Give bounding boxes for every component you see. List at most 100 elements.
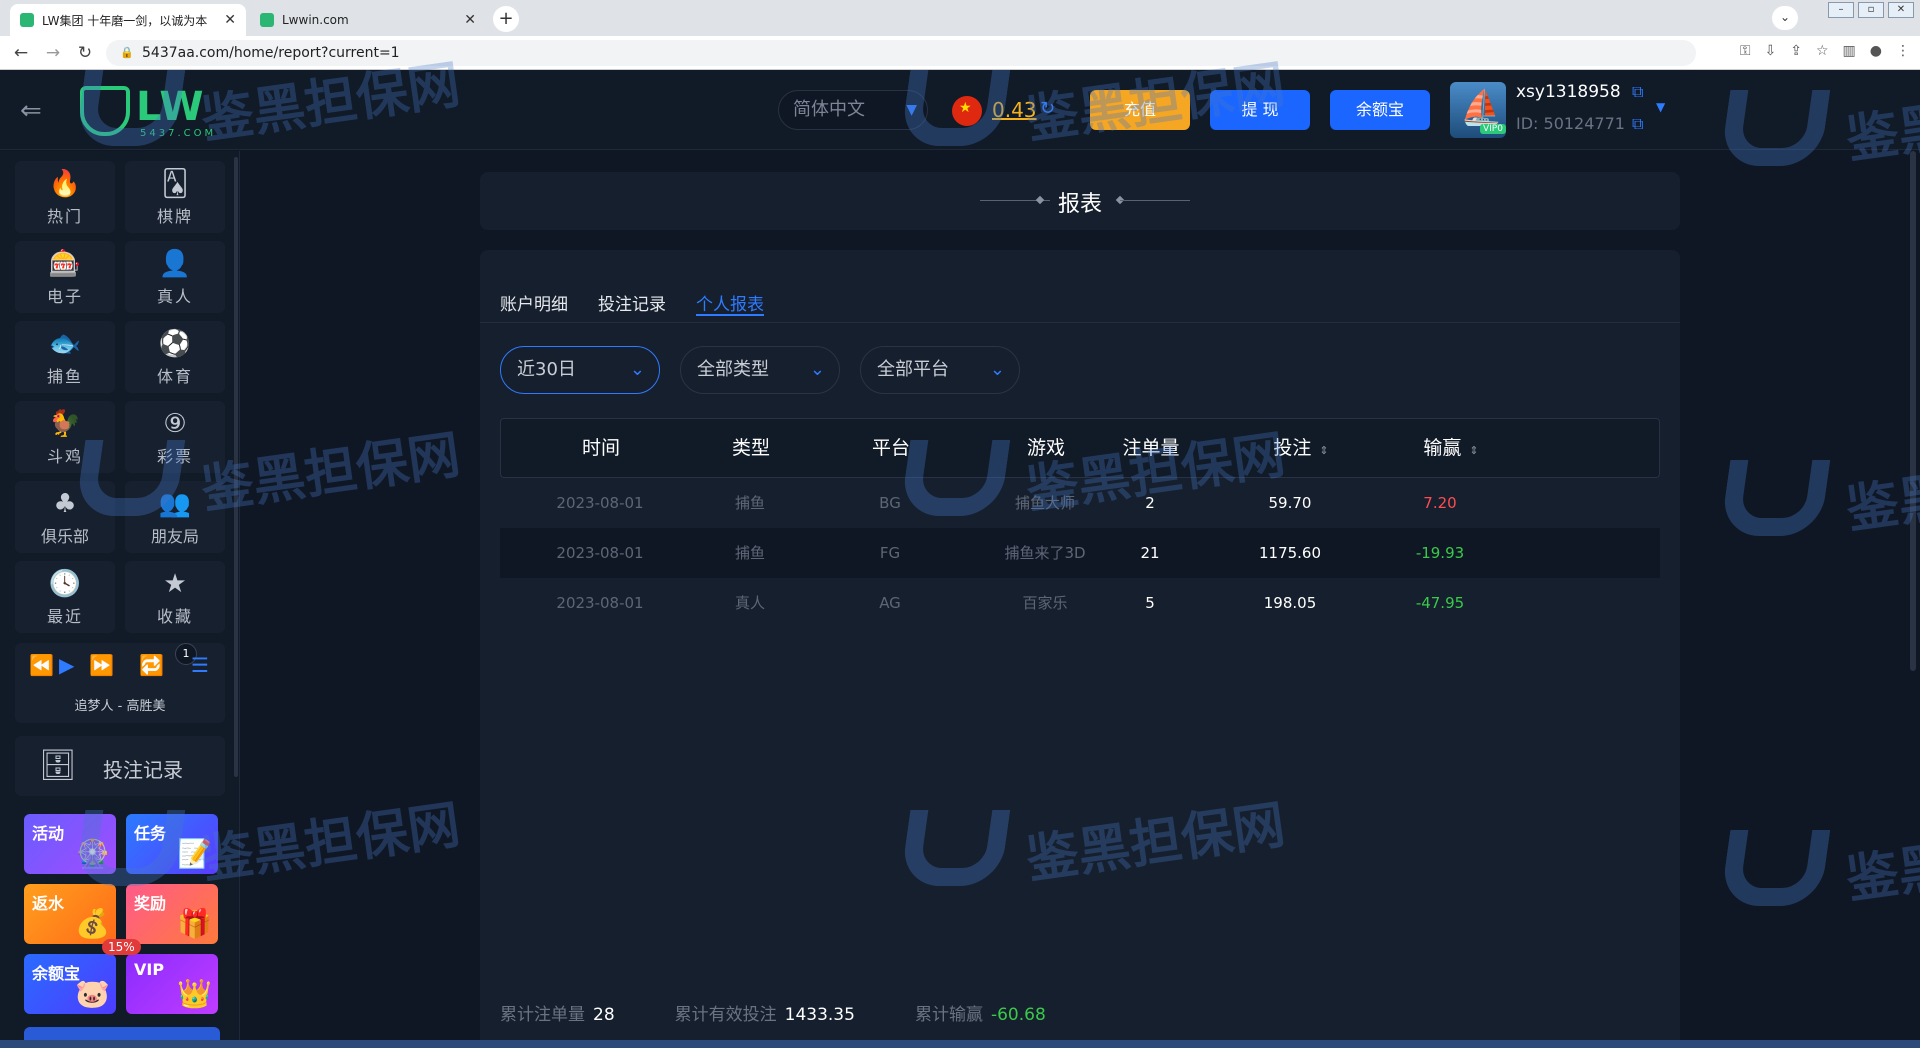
table-row: 2023-08-01 真人 AG 百家乐 5 198.05 -47.95 (500, 578, 1660, 628)
bookmark-star-icon[interactable]: ☆ (1816, 43, 1829, 59)
promo-vip[interactable]: VIP 👑 (126, 954, 218, 1014)
coins-stack-icon: 🗄 (39, 748, 78, 783)
browser-tab-lw[interactable]: LW集团 十年磨一剑，以诚为本 ✕ (10, 4, 246, 36)
column-header-platform: 平台 (871, 437, 910, 459)
reload-icon[interactable]: ↻ (74, 43, 96, 63)
maximize-icon[interactable]: ▫ (1858, 2, 1884, 18)
category-favorites[interactable]: ★ 收藏 (125, 561, 225, 633)
balance-value[interactable]: 0.43 (992, 98, 1037, 122)
column-header-win[interactable]: 输赢 ⇕ (1371, 419, 1531, 477)
summary-valid-label: 累计有效投注 (674, 1005, 777, 1025)
sidebar-bet-record[interactable]: 🗄 投注记录 (15, 736, 225, 796)
user-menu-chevron-icon[interactable]: ▼ (1656, 100, 1665, 114)
category-cockfight[interactable]: 🐓 斗鸡 (15, 401, 115, 473)
crown-icon: 👑 (177, 977, 212, 1010)
category-label: 真人 (156, 287, 193, 306)
category-label: 收藏 (156, 607, 193, 626)
deposit-button[interactable]: 充值 (1090, 90, 1190, 130)
browser-address-bar: ← → ↻ 🔒 5437aa.com/home/report?current=1… (0, 36, 1920, 70)
report-summary: 累计注单量 28 累计有效投注 1433.35 累计输赢 -60.68 (500, 1000, 1046, 1025)
category-hot[interactable]: 🔥 热门 (15, 161, 115, 233)
sort-icon[interactable]: ⇕ (1469, 444, 1478, 457)
fire-icon: 🔥 (48, 169, 82, 199)
close-window-icon[interactable]: ✕ (1888, 2, 1914, 18)
browser-tab-title: Lwwin.com (282, 13, 349, 27)
chevron-down-icon: ⌄ (989, 359, 1005, 380)
track-title: 追梦人 - 高胜美 (74, 699, 166, 714)
share-icon[interactable]: ⇪ (1790, 43, 1802, 59)
period-select[interactable]: 近30日 ⌄ (500, 346, 660, 394)
copy-username-icon[interactable]: ⧉ (1632, 82, 1643, 102)
soccer-icon: ⚽ (158, 329, 192, 359)
piggy-bank-icon: 🐷 (75, 977, 110, 1010)
promo-reward[interactable]: 奖励 🎁 (126, 884, 218, 944)
more-menu-icon[interactable]: ⋮ (1896, 43, 1910, 59)
repeat-icon[interactable]: 🔁 (139, 653, 164, 677)
promo-task[interactable]: 任务 📝 (126, 814, 218, 874)
playlist-icon[interactable]: ☰ (191, 653, 209, 677)
promo-rebate[interactable]: 返水 💰 (24, 884, 116, 944)
language-value: 简体中文 (793, 99, 865, 120)
menu-collapse-icon[interactable]: ⇐ (20, 96, 42, 126)
tab-personal-report[interactable]: 个人报表 (696, 290, 764, 316)
category-slots[interactable]: 🎰 电子 (15, 241, 115, 313)
category-label: 热门 (46, 207, 83, 226)
sort-icon[interactable]: ⇕ (1319, 444, 1328, 457)
withdraw-button[interactable]: 提 现 (1210, 90, 1310, 130)
profile-icon[interactable]: ● (1870, 43, 1882, 59)
column-header-bet[interactable]: 投注 ⇕ (1221, 419, 1381, 477)
report-card: 账户明细 投注记录 个人报表 近30日 ⌄ 全部类型 ⌄ 全部平台 ⌄ 时间 类… (480, 250, 1680, 1048)
logo-shield-icon (80, 86, 130, 136)
os-taskbar (0, 1040, 1920, 1048)
tab-account-details[interactable]: 账户明细 (500, 290, 568, 316)
key-icon[interactable]: ⚿ (1740, 43, 1751, 59)
minimize-icon[interactable]: – (1828, 2, 1854, 18)
sidepanel-icon[interactable]: ▥ (1843, 43, 1856, 59)
sidebar-scrollbar[interactable] (234, 157, 238, 777)
site-logo[interactable]: LW 5437.COM (80, 80, 220, 140)
category-live[interactable]: 👤 真人 (125, 241, 225, 313)
new-tab-button[interactable]: + (493, 6, 519, 32)
category-recent[interactable]: 🕓 最近 (15, 561, 115, 633)
tab-bet-records[interactable]: 投注记录 (598, 290, 666, 316)
cell-type: 真人 (734, 594, 765, 612)
forward-arrow-icon[interactable]: → (42, 43, 64, 63)
summary-count-value: 28 (593, 1005, 615, 1025)
shield-favicon-icon (20, 13, 34, 27)
category-label: 彩票 (156, 447, 193, 466)
back-arrow-icon[interactable]: ← (10, 43, 32, 63)
browser-tab-lwwin[interactable]: Lwwin.com ✕ (250, 4, 486, 36)
category-label: 俱乐部 (40, 527, 89, 546)
category-friends[interactable]: 👥 朋友局 (125, 481, 225, 553)
cell-win: -19.93 (1415, 544, 1465, 562)
type-select[interactable]: 全部类型 ⌄ (680, 346, 840, 394)
report-table: 时间 类型 平台 游戏 注单量 投注 ⇕ 输赢 ⇕ 2023-08-01 捕鱼 BG… (500, 418, 1660, 628)
category-lottery[interactable]: ⑨ 彩票 (125, 401, 225, 473)
play-icon[interactable]: ▶ (59, 653, 74, 677)
lottery-icon: ⑨ (163, 409, 187, 439)
category-fishing[interactable]: 🐟 捕鱼 (15, 321, 115, 393)
promo-yuebao[interactable]: 余额宝 🐷 (24, 954, 116, 1014)
language-select[interactable]: 简体中文 ▼ (778, 90, 928, 130)
promo-activity[interactable]: 活动 🎡 (24, 814, 116, 874)
tab-search-icon[interactable]: ⌄ (1772, 6, 1798, 30)
category-chess-cards[interactable]: 🂡 棋牌 (125, 161, 225, 233)
platform-select[interactable]: 全部平台 ⌄ (860, 346, 1020, 394)
url-input[interactable]: 🔒 5437aa.com/home/report?current=1 (106, 40, 1696, 66)
category-club[interactable]: ♣ 俱乐部 (15, 481, 115, 553)
category-sports[interactable]: ⚽ 体育 (125, 321, 225, 393)
wheel-icon: 🎡 (75, 837, 110, 870)
cell-count: 21 (1140, 544, 1160, 562)
refresh-balance-icon[interactable]: ↻ (1040, 98, 1055, 119)
page-scrollbar[interactable] (1910, 151, 1916, 671)
install-icon[interactable]: ⇩ (1765, 43, 1777, 59)
close-tab-icon[interactable]: ✕ (224, 12, 236, 28)
music-player: ⏪ ▶ ⏩ 🔁 1 ☰ 追梦人 - 高胜美 (15, 643, 225, 723)
copy-id-icon[interactable]: ⧉ (1632, 114, 1643, 134)
column-header-count: 注单量 (1122, 437, 1180, 459)
close-tab-icon[interactable]: ✕ (464, 12, 476, 28)
yuebao-button[interactable]: 余额宝 (1330, 90, 1430, 130)
fast-forward-icon[interactable]: ⏩ (89, 653, 114, 677)
fish-icon: 🐟 (48, 329, 82, 359)
rewind-icon[interactable]: ⏪ (29, 653, 54, 677)
